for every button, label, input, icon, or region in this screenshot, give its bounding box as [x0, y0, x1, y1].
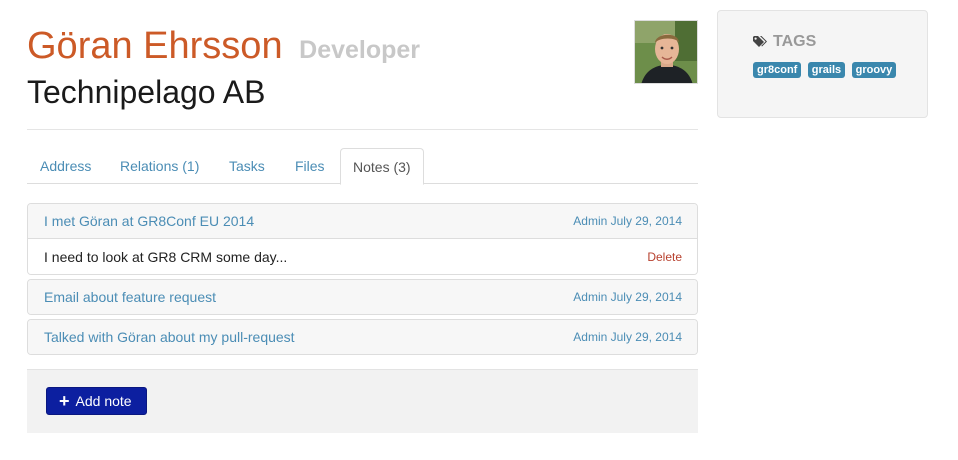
note-meta: Admin July 29, 2014 — [573, 214, 682, 228]
avatar — [634, 20, 698, 84]
delete-note-link[interactable]: Delete — [647, 239, 682, 274]
note-body: I need to look at GR8 CRM some day... De… — [28, 238, 697, 274]
note-item: Email about feature request Admin July 2… — [27, 279, 698, 315]
note-meta: Admin July 29, 2014 — [573, 330, 682, 344]
person-name: Göran Ehrsson — [27, 25, 283, 67]
note-subject[interactable]: Email about feature request — [44, 280, 216, 314]
note-subject[interactable]: Talked with Göran about my pull-request — [44, 320, 295, 354]
company-name: Technipelago AB — [27, 74, 266, 110]
add-note-label: Add note — [75, 393, 132, 409]
notes-list: I met Göran at GR8Conf EU 2014 Admin Jul… — [27, 203, 698, 359]
tag-groovy[interactable]: groovy — [851, 62, 897, 78]
tab-address[interactable]: Address — [40, 148, 91, 184]
tag-gr8conf[interactable]: gr8conf — [753, 62, 802, 78]
tags-icon — [753, 36, 767, 47]
note-header[interactable]: Email about feature request Admin July 2… — [28, 280, 697, 314]
tab-relations[interactable]: Relations (1) — [120, 148, 199, 184]
tags-panel: TAGS gr8conf grails groovy — [717, 10, 928, 118]
contact-tabs: Address Relations (1) Tasks Files Notes … — [27, 148, 698, 185]
person-title: Developer — [299, 36, 421, 64]
note-header[interactable]: I met Göran at GR8Conf EU 2014 Admin Jul… — [28, 204, 697, 238]
tab-tasks[interactable]: Tasks — [229, 148, 265, 184]
note-actions-bar: + Add note — [27, 369, 698, 433]
note-header[interactable]: Talked with Göran about my pull-request … — [28, 320, 697, 354]
add-note-button[interactable]: + Add note — [46, 387, 147, 415]
note-text: I need to look at GR8 CRM some day... — [44, 249, 288, 265]
tags-title: TAGS — [773, 33, 817, 50]
note-item: Talked with Göran about my pull-request … — [27, 319, 698, 355]
tags-heading: TAGS — [753, 33, 816, 51]
contact-header: Göran Ehrsson Developer Technipelago AB — [27, 0, 698, 130]
tab-files[interactable]: Files — [295, 148, 325, 184]
note-meta: Admin July 29, 2014 — [573, 290, 682, 304]
plus-icon: + — [59, 391, 70, 411]
tab-notes[interactable]: Notes (3) — [340, 148, 424, 185]
tag-list: gr8conf grails groovy — [753, 60, 913, 80]
contact-main: Göran Ehrsson Developer Technipelago AB … — [27, 0, 698, 433]
note-subject[interactable]: I met Göran at GR8Conf EU 2014 — [44, 204, 254, 238]
note-item: I met Göran at GR8Conf EU 2014 Admin Jul… — [27, 203, 698, 275]
person-heading: Göran Ehrsson Developer — [27, 24, 420, 72]
tag-grails[interactable]: grails — [807, 62, 846, 78]
